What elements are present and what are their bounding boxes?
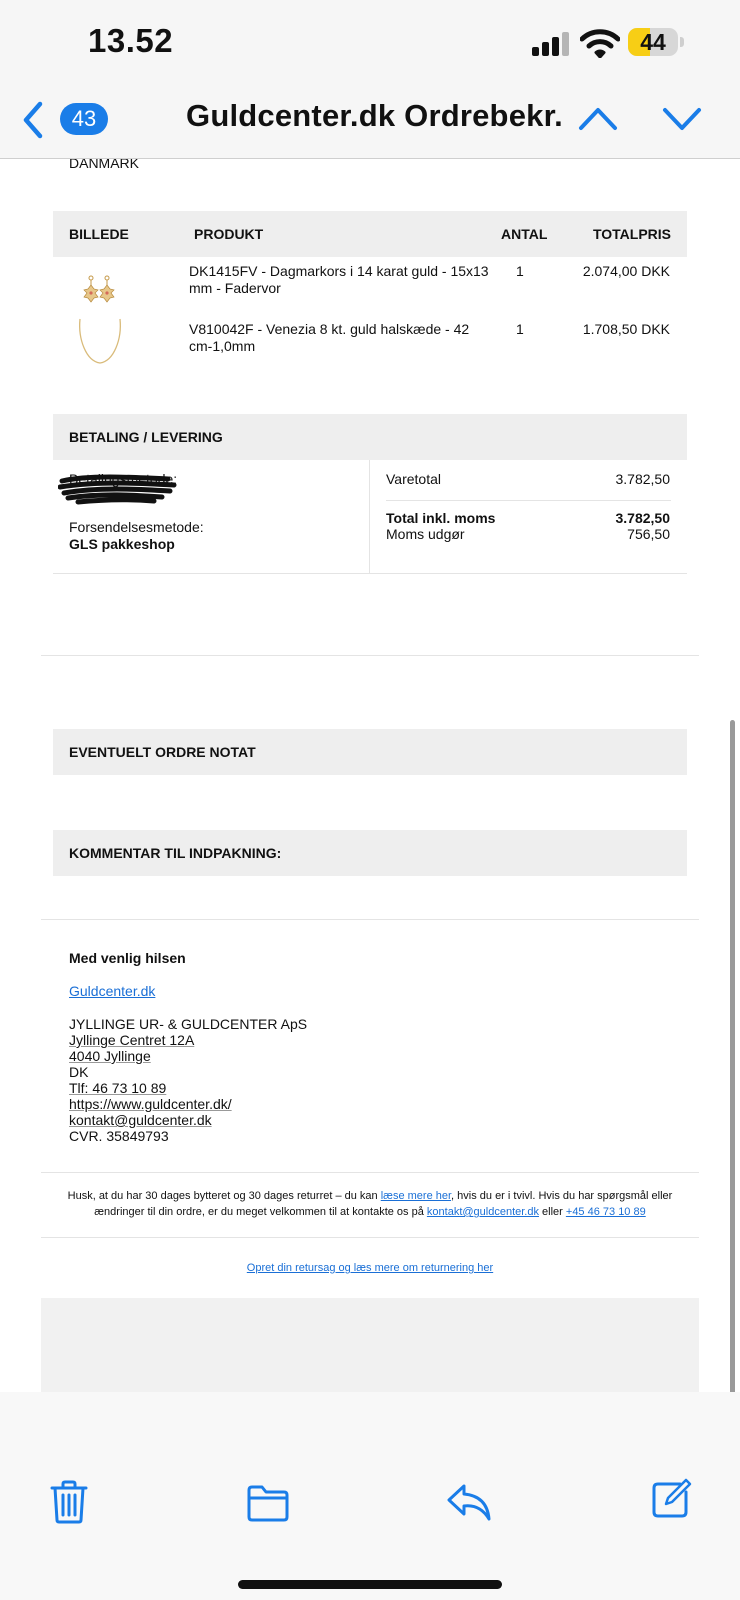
vat-label: Moms udgør — [386, 526, 465, 542]
total-value: 3.782,50 — [615, 510, 671, 526]
compose-icon[interactable] — [650, 1478, 692, 1520]
email-body[interactable]: DANMARK BILLEDE PRODUKT ANTAL TOTALPRIS … — [0, 159, 740, 1392]
payment-delivery-header: BETALING / LEVERING — [53, 414, 687, 460]
col-total-header: TOTALPRIS — [592, 226, 671, 242]
returns-link[interactable]: Opret din retursag og læs mere om return… — [247, 1262, 493, 1274]
status-bar: 13.52 44 — [0, 0, 740, 90]
order-table-header: BILLEDE PRODUKT ANTAL TOTALPRIS — [53, 211, 687, 257]
trash-icon[interactable] — [50, 1480, 88, 1524]
col-qty-header: ANTAL — [501, 226, 548, 242]
company-name: JYLLINGE UR- & GULDCENTER ApS — [69, 1016, 308, 1032]
cross-earrings-image — [83, 275, 115, 303]
divider — [41, 1237, 699, 1238]
divider — [41, 919, 699, 920]
shipping-method-value: GLS pakkeshop — [69, 536, 175, 552]
mail-nav-bar: 43 Guldcenter.dk Ordrebekr... — [0, 90, 740, 159]
contact-phone-link[interactable]: +45 46 73 10 89 — [566, 1206, 646, 1218]
shipping-method-label: Forsendelsesmetode: — [69, 519, 204, 535]
bottom-toolbar — [0, 1392, 740, 1600]
gold-necklace-image — [79, 318, 121, 364]
reply-icon[interactable] — [446, 1482, 492, 1522]
payment-delivery-title: BETALING / LEVERING — [69, 429, 223, 445]
company-email[interactable]: kontakt@guldcenter.dk — [69, 1112, 212, 1128]
battery-level-text: 44 — [640, 29, 666, 55]
company-website[interactable]: https://www.guldcenter.dk/ — [69, 1096, 232, 1112]
cellular-signal-icon — [532, 32, 569, 56]
next-message-icon[interactable] — [662, 106, 702, 132]
battery-indicator: 44 — [628, 28, 684, 58]
returns-notice-text: eller — [538, 1206, 566, 1218]
message-subject-title: Guldcenter.dk Ordrebekr... — [186, 98, 562, 133]
divider — [53, 573, 687, 574]
footer-block — [41, 1298, 699, 1392]
subtotal-label: Varetotal — [386, 471, 441, 487]
item-name[interactable]: V810042F - Venezia 8 kt. guld halskæde -… — [189, 321, 489, 355]
divider — [386, 500, 671, 501]
total-label: Total inkl. moms — [386, 510, 496, 526]
item-price: 1.708,50 DKK — [582, 321, 670, 337]
col-product-header: PRODUKT — [194, 226, 264, 242]
scroll-indicator[interactable] — [730, 720, 735, 1454]
returns-link-row: Opret din retursag og læs mere om return… — [60, 1260, 680, 1276]
company-street[interactable]: Jyllinge Centret 12A — [69, 1032, 194, 1048]
col-image-header: BILLEDE — [69, 226, 129, 242]
packaging-comment-header: KOMMENTAR TIL INDPAKNING: — [53, 830, 687, 876]
status-time: 13.52 — [88, 22, 174, 59]
contact-email-link[interactable]: kontakt@guldcenter.dk — [427, 1206, 539, 1218]
divider — [41, 655, 699, 656]
item-qty: 1 — [516, 263, 524, 279]
signature-greeting: Med venlig hilsen — [69, 950, 186, 966]
divider — [41, 1172, 699, 1173]
item-qty: 1 — [516, 321, 524, 337]
wifi-icon — [580, 29, 620, 58]
item-price: 2.074,00 DKK — [582, 263, 670, 279]
redaction-scribble — [58, 474, 177, 505]
company-phone[interactable]: Tlf: 46 73 10 89 — [69, 1080, 166, 1096]
back-chevron-icon[interactable] — [20, 100, 46, 140]
home-indicator[interactable] — [238, 1580, 502, 1589]
company-city[interactable]: 4040 Jyllinge — [69, 1048, 151, 1064]
previous-message-icon[interactable] — [578, 106, 618, 132]
returns-notice: Husk, at du har 30 dages bytteret og 30 … — [60, 1188, 680, 1220]
company-cvr: CVR. 35849793 — [69, 1128, 169, 1144]
company-country: DK — [69, 1064, 89, 1080]
shipping-country: DANMARK — [69, 159, 140, 171]
folder-icon[interactable] — [246, 1484, 290, 1522]
column-divider — [369, 460, 370, 573]
vat-value: 756,50 — [627, 526, 670, 542]
order-note-title: EVENTUELT ORDRE NOTAT — [69, 744, 256, 760]
item-name[interactable]: DK1415FV - Dagmarkors i 14 karat guld - … — [189, 263, 489, 297]
subtotal-value: 3.782,50 — [615, 471, 671, 487]
returns-notice-text: Husk, at du har 30 dages bytteret og 30 … — [67, 1190, 381, 1202]
order-note-header: EVENTUELT ORDRE NOTAT — [53, 729, 687, 775]
unread-count-badge[interactable]: 43 — [60, 103, 108, 135]
site-link[interactable]: Guldcenter.dk — [69, 983, 155, 999]
packaging-comment-title: KOMMENTAR TIL INDPAKNING: — [69, 845, 282, 861]
read-more-link[interactable]: læse mere her — [381, 1190, 451, 1202]
